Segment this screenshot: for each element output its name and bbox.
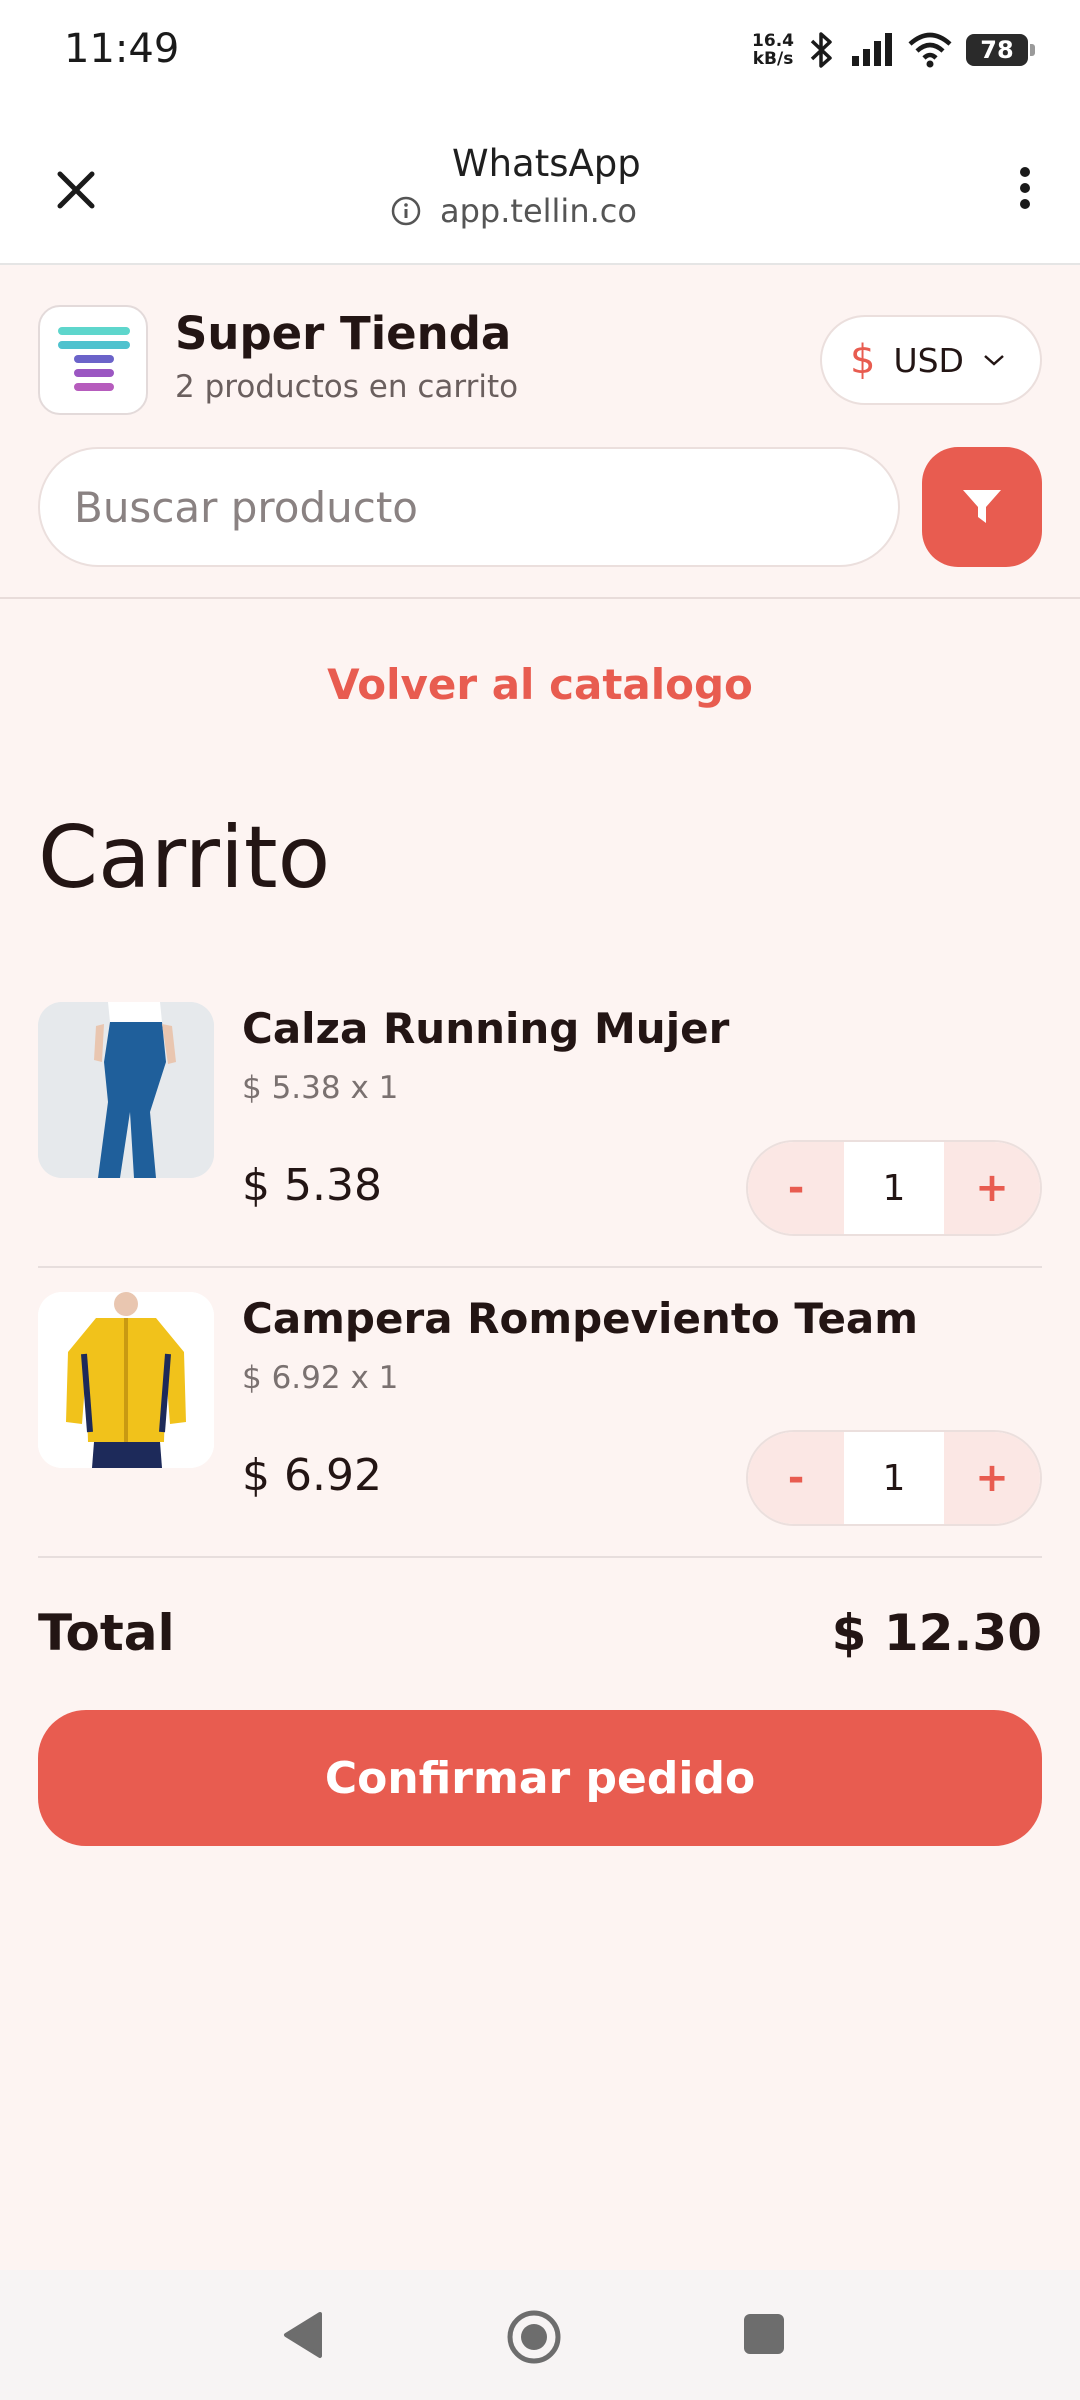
more-vert-icon	[1020, 167, 1030, 209]
network-speed: 16.4 kB/s	[752, 32, 794, 68]
increase-quantity-button[interactable]: +	[944, 1142, 1040, 1234]
wifi-icon	[908, 32, 952, 68]
browser-title: WhatsApp	[452, 142, 641, 185]
home-circle-icon	[507, 2310, 561, 2364]
nav-home-button[interactable]	[505, 2308, 563, 2370]
battery-indicator: 78	[966, 34, 1035, 66]
currency-code: USD	[893, 340, 964, 380]
close-button[interactable]	[48, 162, 104, 218]
product-name: Calza Running Mujer	[242, 1004, 730, 1053]
system-nav-bar	[0, 2270, 1080, 2400]
network-speed-value: 16.4	[752, 31, 794, 51]
cart-count: 2 productos en carrito	[175, 369, 519, 405]
currency-selector[interactable]: $ USD	[820, 315, 1042, 405]
product-subtotal: $ 6.92	[242, 1450, 382, 1501]
product-subtotal: $ 5.38	[242, 1160, 382, 1211]
back-triangle-icon	[284, 2312, 322, 2358]
browser-url: app.tellin.co	[440, 192, 637, 230]
store-header: Super Tienda 2 productos en carrito $ US…	[0, 265, 1080, 599]
browser-header: WhatsApp app.tellin.co	[0, 100, 1080, 265]
decrease-quantity-button[interactable]: -	[748, 1142, 844, 1234]
product-unit-price: $ 6.92 x 1	[242, 1360, 399, 1396]
total-value: $ 12.30	[831, 1604, 1042, 1662]
quantity-value: 1	[882, 1457, 906, 1499]
total-label: Total	[38, 1604, 175, 1662]
increase-quantity-button[interactable]: +	[944, 1432, 1040, 1524]
more-options-button[interactable]	[1010, 160, 1040, 220]
status-icons: 16.4 kB/s 78	[752, 24, 1035, 76]
divider	[38, 1266, 1042, 1268]
quantity-value: 1	[882, 1167, 906, 1209]
product-image-leggings	[38, 1002, 214, 1178]
page-title: Carrito	[38, 808, 331, 908]
cart-item: Campera Rompeviento Team $ 6.92 x 1 $ 6.…	[38, 1282, 1042, 1572]
search-input[interactable]	[38, 447, 900, 567]
back-to-catalog-link[interactable]: Volver al catalogo	[0, 660, 1080, 709]
product-image-jacket	[38, 1292, 214, 1468]
cart-item: Calza Running Mujer $ 5.38 x 1 $ 5.38 - …	[38, 990, 1042, 1280]
network-speed-unit: kB/s	[752, 49, 794, 69]
quantity-stepper: - 1 +	[746, 1430, 1042, 1526]
url-row[interactable]: app.tellin.co	[390, 192, 637, 230]
close-icon	[57, 171, 95, 209]
status-time: 11:49	[64, 26, 180, 72]
chevron-down-icon	[984, 355, 1004, 366]
nav-back-button[interactable]	[280, 2310, 326, 2364]
divider	[38, 1556, 1042, 1558]
filter-button[interactable]	[922, 447, 1042, 567]
nav-recent-apps-button[interactable]	[744, 2314, 784, 2354]
quantity-stepper: - 1 +	[746, 1140, 1042, 1236]
signal-icon	[852, 33, 892, 66]
currency-symbol: $	[850, 337, 876, 383]
store-logo	[38, 305, 148, 415]
store-name: Super Tienda	[175, 307, 512, 360]
product-unit-price: $ 5.38 x 1	[242, 1070, 399, 1106]
bluetooth-icon	[810, 32, 832, 68]
product-name: Campera Rompeviento Team	[242, 1294, 919, 1343]
store-logo-icon	[58, 327, 130, 391]
filter-icon	[963, 490, 1001, 523]
info-icon	[391, 196, 421, 226]
status-bar: 11:49 16.4 kB/s 78	[0, 0, 1080, 100]
confirm-order-button[interactable]: Confirmar pedido	[38, 1710, 1042, 1846]
decrease-quantity-button[interactable]: -	[748, 1432, 844, 1524]
